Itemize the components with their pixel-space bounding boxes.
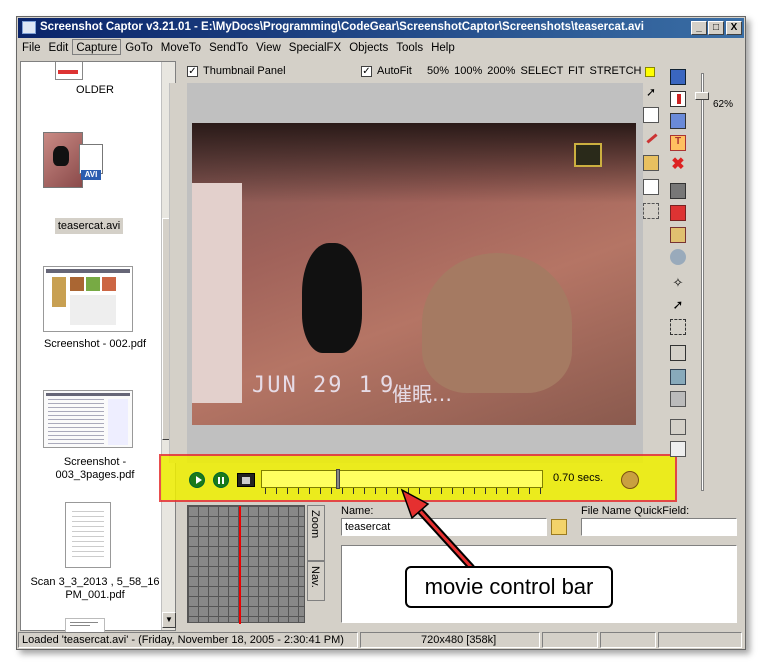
callout-label: movie control bar <box>405 566 613 608</box>
callout-arrow <box>400 488 475 571</box>
